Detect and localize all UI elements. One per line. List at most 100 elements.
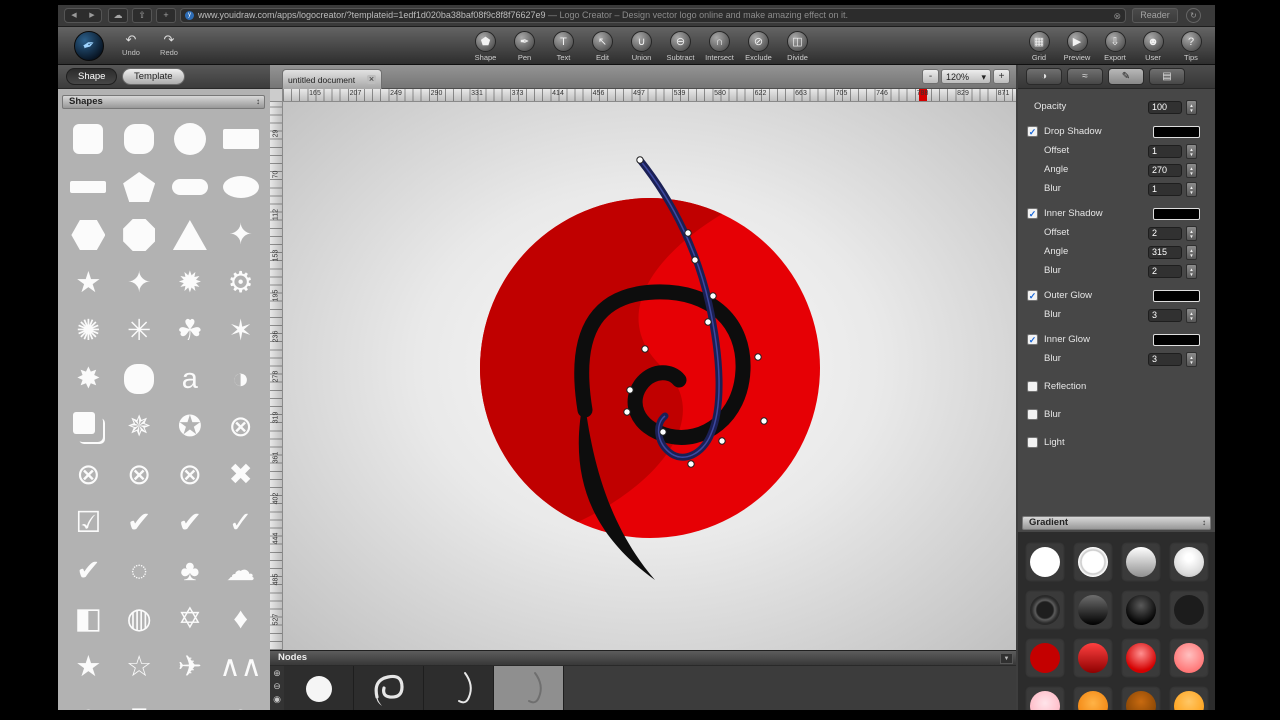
outer-glow-9-color-swatch[interactable] [1153, 290, 1200, 302]
drop-shadow-1-color-swatch[interactable] [1153, 126, 1200, 138]
bezier-node[interactable] [755, 354, 761, 360]
zoom-out-button[interactable]: - [922, 69, 939, 84]
gradient-pink-radial[interactable] [1025, 686, 1065, 710]
bezier-node[interactable] [660, 429, 666, 435]
grid-tool[interactable]: ▦Grid [1020, 31, 1058, 62]
shape-partial-2[interactable]: ■ [116, 692, 162, 710]
tab-template[interactable]: Template [122, 68, 185, 85]
shape-circle-x-1[interactable]: ⊗ [65, 452, 111, 498]
tab-shape[interactable]: Shape [66, 68, 117, 85]
bezier-node[interactable] [642, 346, 648, 352]
blur-8-stepper[interactable]: ▲▼ [1186, 264, 1197, 279]
offset-6-stepper[interactable]: ▲▼ [1186, 226, 1197, 241]
gradient-white-ring[interactable] [1073, 542, 1113, 582]
shape-cloud[interactable]: ☁ [218, 548, 264, 594]
shape-star-thin[interactable]: ✶ [218, 308, 264, 354]
bezier-node[interactable] [692, 257, 698, 263]
zoom-level-dropdown[interactable]: 120% [941, 69, 991, 84]
blur-14-checkbox[interactable] [1027, 409, 1038, 420]
scroll-arrows-icon[interactable] [256, 96, 260, 108]
gradient-orange-sphere[interactable] [1121, 686, 1161, 710]
divide-tool[interactable]: ◫Divide [778, 31, 817, 62]
shape-seal-burst[interactable]: ✺ [65, 308, 111, 354]
angle-7-stepper[interactable]: ▲▼ [1186, 245, 1197, 260]
add-layer[interactable]: ⊕ [272, 668, 283, 679]
shape-trefoil[interactable]: ☘ [167, 308, 213, 354]
document-tab[interactable]: untitled document × [282, 69, 382, 89]
gradient-red-solid[interactable] [1025, 638, 1065, 678]
shape-star-four[interactable]: ✦ [116, 260, 162, 306]
gradient-header[interactable]: Gradient [1022, 516, 1211, 530]
gradient-black-flat[interactable] [1169, 590, 1209, 630]
gradient-dark-ring[interactable] [1025, 590, 1065, 630]
blur-12-stepper[interactable]: ▲▼ [1186, 352, 1197, 367]
blur-12-input[interactable]: 3 [1148, 353, 1182, 366]
subtract-tool[interactable]: ⊖Subtract [661, 31, 700, 62]
inner-glow-11-color-swatch[interactable] [1153, 334, 1200, 346]
blur-4-stepper[interactable]: ▲▼ [1186, 182, 1197, 197]
shape-half-circle[interactable]: ◑ [218, 356, 264, 402]
outer-glow-9-checkbox[interactable]: ✓ [1027, 290, 1038, 301]
nodes-bar[interactable]: Nodes [270, 650, 1016, 665]
bezier-node[interactable] [710, 293, 716, 299]
shape-star-five[interactable]: ★ [65, 260, 111, 306]
shape-starburst[interactable]: ✸ [65, 356, 111, 402]
forward-button[interactable] [83, 9, 101, 22]
shape-circle-cross[interactable]: ⊗ [218, 404, 264, 450]
scroll-arrows-icon[interactable] [1202, 517, 1206, 529]
shape-star-outline[interactable]: ☆ [116, 644, 162, 690]
light-15-checkbox[interactable] [1027, 437, 1038, 448]
shape-check-circle-filled[interactable]: ✔ [116, 500, 162, 546]
gradient-white-solid[interactable] [1025, 542, 1065, 582]
brush-style-tool[interactable]: ✎ [1108, 68, 1144, 85]
shape-sun-badge[interactable]: ✳ [116, 308, 162, 354]
bezier-node[interactable] [688, 461, 694, 467]
shape-partial-1[interactable]: ● [65, 692, 111, 710]
bezier-node[interactable] [705, 319, 711, 325]
zoom-in-button[interactable]: + [993, 69, 1010, 84]
shape-star-of-david[interactable]: ✡ [167, 596, 213, 642]
undo-button[interactable]: Undo [114, 32, 148, 57]
reflection-13-checkbox[interactable] [1027, 381, 1038, 392]
shape-star-solid[interactable]: ★ [65, 644, 111, 690]
shape-letter-a[interactable]: a [167, 356, 213, 402]
blur-8-input[interactable]: 2 [1148, 265, 1182, 278]
shape-partial-4[interactable]: ● [218, 692, 264, 710]
union-tool[interactable]: ∪Union [622, 31, 661, 62]
bezier-node[interactable] [637, 157, 643, 163]
inner-shadow-5-checkbox[interactable]: ✓ [1027, 208, 1038, 219]
pen-tool[interactable]: ✒Pen [505, 31, 544, 62]
offset-2-input[interactable]: 1 [1148, 145, 1182, 158]
blur-10-input[interactable]: 3 [1148, 309, 1182, 322]
gradient-white-linear[interactable] [1121, 542, 1161, 582]
shape-stacked-squares[interactable] [65, 404, 111, 450]
share-icon[interactable] [132, 8, 152, 23]
shape-wings[interactable]: ∧∧ [218, 644, 264, 690]
offset-2-stepper[interactable]: ▲▼ [1186, 144, 1197, 159]
shape-circle-x-3[interactable]: ⊗ [167, 452, 213, 498]
angle-7-input[interactable]: 315 [1148, 246, 1182, 259]
blur-10-stepper[interactable]: ▲▼ [1186, 308, 1197, 323]
shape-triangle[interactable] [167, 212, 213, 258]
shape-partial-3[interactable]: ▬ [167, 692, 213, 710]
shape-octagon[interactable] [116, 212, 162, 258]
gradient-orange-bright[interactable] [1169, 686, 1209, 710]
reader-button[interactable]: Reader [1132, 8, 1178, 23]
layer-circle[interactable] [284, 666, 354, 710]
new-tab-button[interactable] [156, 8, 176, 23]
shape-heavy-x[interactable]: ✖ [218, 452, 264, 498]
shape-squircle[interactable] [116, 116, 162, 162]
edit-tool[interactable]: ↖Edit [583, 31, 622, 62]
export-tool[interactable]: ⇩Export [1096, 31, 1134, 62]
shape-diamond[interactable]: ♦ [218, 596, 264, 642]
shape-dashed-circle[interactable]: ◌ [116, 548, 162, 594]
opacity-0-stepper[interactable]: ▲▼ [1186, 100, 1197, 115]
stroke-style-tool[interactable]: ≈ [1067, 68, 1103, 85]
opacity-0-input[interactable]: 100 [1148, 101, 1182, 114]
preview-tool[interactable]: ▶Preview [1058, 31, 1096, 62]
icloud-icon[interactable] [108, 8, 128, 23]
blur-4-input[interactable]: 1 [1148, 183, 1182, 196]
gradient-red-sphere[interactable] [1121, 638, 1161, 678]
shape-bar[interactable] [65, 164, 111, 210]
shape-cube[interactable]: ◧ [65, 596, 111, 642]
